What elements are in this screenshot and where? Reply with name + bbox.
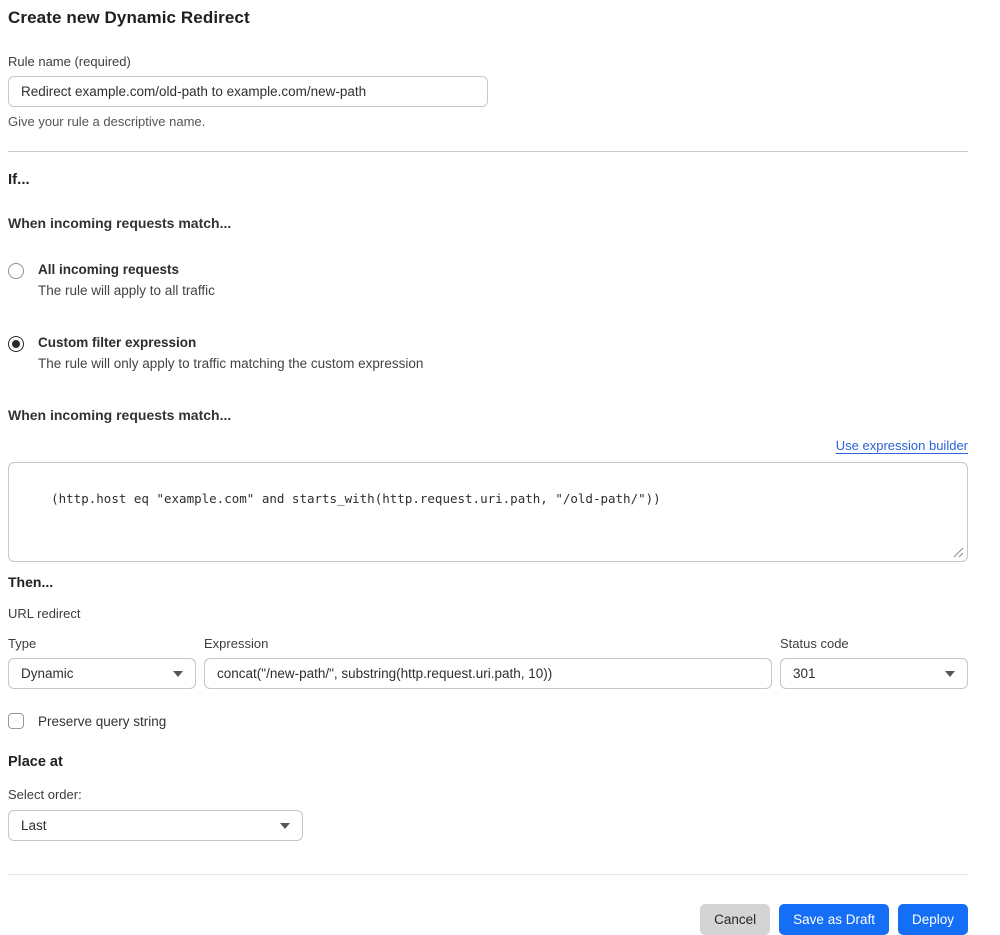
type-field: Type Dynamic (8, 636, 196, 689)
select-order-label: Select order: (8, 787, 82, 802)
create-redirect-form: Create new Dynamic Redirect Rule name (r… (8, 0, 968, 935)
chevron-down-icon (945, 670, 955, 677)
type-select-value: Dynamic (21, 666, 74, 681)
preserve-query-string-row[interactable]: Preserve query string (8, 713, 968, 729)
radio-option-description: The rule will apply to all traffic (38, 283, 215, 298)
status-code-value: 301 (793, 666, 816, 681)
type-select[interactable]: Dynamic (8, 658, 196, 689)
builder-link-row: Use expression builder (8, 438, 968, 453)
use-expression-builder-link[interactable]: Use expression builder (836, 438, 968, 453)
rule-name-input[interactable] (8, 76, 488, 107)
expression-input[interactable] (204, 658, 772, 689)
radio-option-text: All incoming requests The rule will appl… (38, 262, 215, 298)
section-divider (8, 151, 968, 152)
then-heading: Then... (8, 574, 54, 590)
page-title: Create new Dynamic Redirect (8, 8, 250, 27)
match-heading: When incoming requests match... (8, 215, 232, 231)
chevron-down-icon (280, 822, 290, 829)
filter-expression-value: (http.host eq "example.com" and starts_w… (51, 490, 661, 506)
radio-option-custom-filter[interactable]: Custom filter expression The rule will o… (8, 335, 968, 371)
radio-option-label: All incoming requests (38, 262, 180, 277)
expression-field: Expression (204, 636, 772, 689)
status-code-field: Status code 301 (780, 636, 968, 689)
place-at-heading: Place at (8, 754, 63, 770)
expression-match-heading: When incoming requests match... (8, 407, 232, 423)
save-as-draft-button[interactable]: Save as Draft (779, 904, 889, 935)
radio-option-description: The rule will only apply to traffic matc… (38, 356, 424, 371)
redirect-controls-row: Type Dynamic Expression Status code 301 (8, 636, 968, 689)
chevron-down-icon (173, 670, 183, 677)
resize-handle-icon[interactable] (953, 547, 964, 558)
radio-option-label: Custom filter expression (38, 335, 197, 350)
rule-name-help: Give your rule a descriptive name. (8, 114, 206, 129)
cancel-button[interactable]: Cancel (700, 904, 771, 935)
radio-option-text: Custom filter expression The rule will o… (38, 335, 423, 371)
footer-actions: Cancel Save as Draft Deploy (8, 904, 968, 935)
radio-option-all-requests[interactable]: All incoming requests The rule will appl… (8, 262, 968, 298)
radio-selected-icon[interactable] (8, 336, 24, 352)
radio-unselected-icon[interactable] (8, 263, 24, 279)
url-redirect-label: URL redirect (8, 606, 81, 621)
footer-divider (8, 874, 968, 875)
order-select-value: Last (21, 818, 47, 833)
type-label: Type (8, 636, 37, 651)
filter-expression-textarea[interactable]: (http.host eq "example.com" and starts_w… (8, 462, 968, 562)
rule-name-label: Rule name (required) (8, 54, 131, 69)
deploy-button[interactable]: Deploy (897, 904, 968, 935)
status-code-select[interactable]: 301 (780, 658, 968, 689)
checkbox-unchecked-icon[interactable] (8, 713, 24, 729)
expression-label: Expression (204, 636, 269, 651)
if-heading: If... (8, 171, 30, 188)
status-code-label: Status code (780, 636, 849, 651)
preserve-query-string-label: Preserve query string (38, 713, 167, 729)
order-select[interactable]: Last (8, 810, 303, 841)
